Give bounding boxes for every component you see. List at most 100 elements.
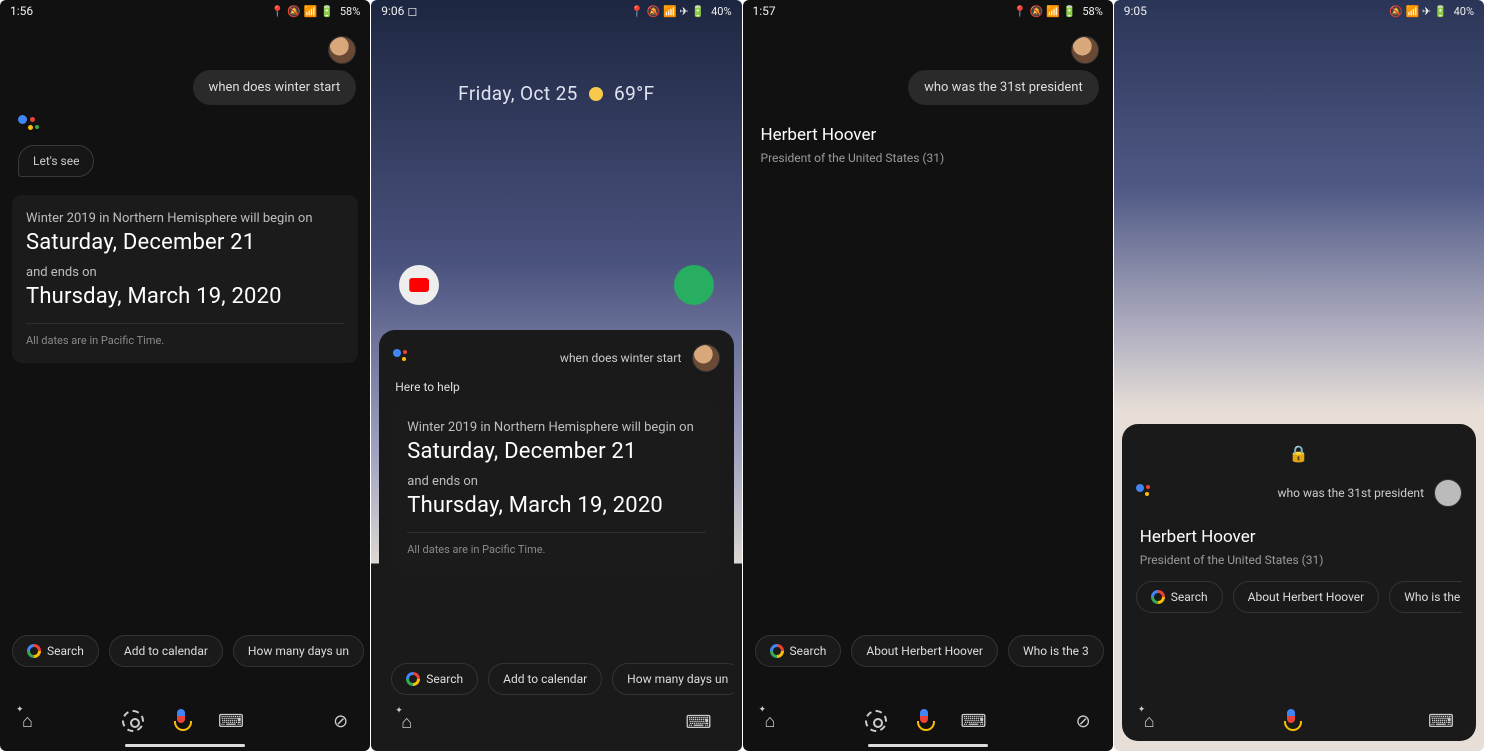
keyboard-icon[interactable]: ⌨ [218, 711, 244, 732]
suggestion-chips: Search About Herbert Hoover Who is the 3 [743, 635, 1113, 667]
user-query-text[interactable]: who was the 31st president [1278, 486, 1424, 500]
chip-search[interactable]: Search [391, 663, 478, 695]
suggestion-chips: Search About Herbert Hoover Who is the 3 [1136, 581, 1462, 613]
chip-about[interactable]: About Herbert Hoover [1233, 581, 1380, 613]
bottom-bar: ⌂ ⌨ [1122, 709, 1476, 733]
user-query-text[interactable]: when does winter start [560, 351, 682, 365]
battery-text: 58% [1082, 5, 1102, 18]
battery-text: 40% [711, 5, 731, 18]
bottom-bar: ⌂ ⌨ [379, 712, 733, 733]
answer-title: Herbert Hoover [1140, 527, 1458, 547]
keyboard-icon[interactable]: ⌨ [961, 711, 987, 732]
avatar[interactable] [1434, 479, 1462, 507]
status-bar: 9:05 🔕 📶 ✈ 🔋 40% [1114, 0, 1484, 22]
avatar[interactable] [1071, 36, 1099, 64]
mic-icon[interactable] [915, 709, 933, 733]
status-time: 1:57 [753, 4, 776, 18]
status-misc-icons: 📍 🔕 📶 ✈ 🔋 [630, 5, 705, 18]
answer-title: Herbert Hoover [761, 125, 1095, 145]
home-apps-row [371, 105, 741, 305]
lens-icon[interactable] [865, 710, 887, 732]
assistant-logo-icon [393, 349, 411, 367]
chip-more[interactable]: Who is the 3 [1008, 635, 1104, 667]
query-row [0, 22, 370, 64]
lens-icon[interactable] [122, 710, 144, 732]
inbox-icon[interactable]: ⌂ [401, 712, 412, 733]
home-indicator[interactable] [868, 744, 988, 747]
status-time: 1:56 [10, 4, 33, 18]
inbox-icon[interactable]: ⌂ [1144, 711, 1155, 732]
lock-icon: 🔒 [1136, 438, 1462, 469]
google-g-icon [770, 644, 784, 658]
status-time: 9:06 ◻ [381, 4, 417, 18]
inbox-icon[interactable]: ⌂ [22, 711, 33, 732]
phone-2: 9:06 ◻ 📍 🔕 📶 ✈ 🔋 40% Friday, Oct 25 69°F… [371, 0, 741, 751]
phone-3: 1:57 📍 🔕 📶 🔋 58% who was the 31st presid… [743, 0, 1113, 751]
google-g-icon [406, 672, 420, 686]
suggestion-chips: Search Add to calendar How many days un [0, 635, 370, 667]
chip-more[interactable]: How many days un [233, 635, 364, 667]
answer-line: Winter 2019 in Northern Hemisphere will … [407, 420, 705, 435]
explore-icon[interactable]: ⊘ [1076, 711, 1091, 732]
answer-footnote: All dates are in Pacific Time. [26, 323, 344, 347]
chip-add-calendar[interactable]: Add to calendar [488, 663, 602, 695]
home-date-widget[interactable]: Friday, Oct 25 69°F [371, 22, 741, 105]
feedly-app-icon[interactable] [665, 257, 722, 314]
status-icons: 🔕 📶 ✈ 🔋 40% [1389, 5, 1474, 18]
status-bar: 9:06 ◻ 📍 🔕 📶 ✈ 🔋 40% [371, 0, 741, 22]
answer-line: Winter 2019 in Northern Hemisphere will … [26, 211, 344, 226]
avatar[interactable] [692, 344, 720, 372]
bottom-bar: ⌂ ⌨ ⊘ [743, 709, 1113, 733]
answer-simple[interactable]: Herbert Hoover President of the United S… [1140, 527, 1458, 567]
answer-date: Saturday, December 21 [26, 230, 344, 255]
answer-date: Saturday, December 21 [407, 439, 705, 464]
explore-icon[interactable]: ⊘ [333, 711, 348, 732]
assistant-logo-icon [1136, 484, 1154, 502]
assistant-panel: when does winter start Here to help Wint… [379, 330, 733, 741]
mic-icon[interactable] [1282, 709, 1300, 733]
chip-search[interactable]: Search [755, 635, 842, 667]
google-g-icon [27, 644, 41, 658]
chip-add-calendar[interactable]: Add to calendar [109, 635, 223, 667]
chip-more[interactable]: How many days un [612, 663, 733, 695]
answer-simple[interactable]: Herbert Hoover President of the United S… [761, 125, 1095, 165]
assistant-panel: 🔒 who was the 31st president Herbert Hoo… [1122, 424, 1476, 741]
status-icons: 📍 🔕 📶 🔋 58% [1013, 5, 1102, 18]
chip-more[interactable]: Who is the 3 [1389, 581, 1462, 613]
answer-card[interactable]: Winter 2019 in Northern Hemisphere will … [12, 195, 358, 363]
battery-text: 58% [340, 5, 360, 18]
home-indicator[interactable] [125, 744, 245, 747]
answer-card[interactable]: Winter 2019 in Northern Hemisphere will … [393, 404, 719, 572]
assistant-chip-reply: Let's see [18, 145, 94, 177]
status-misc-icons: 🔕 📶 ✈ 🔋 [1389, 5, 1448, 18]
answer-line: and ends on [407, 474, 705, 489]
status-misc-icons: 📍 🔕 📶 🔋 [1013, 5, 1076, 18]
youtube-app-icon[interactable] [399, 265, 439, 305]
mic-icon[interactable] [172, 709, 190, 733]
user-query-bubble[interactable]: when does winter start [193, 70, 357, 105]
answer-line: and ends on [26, 265, 344, 280]
status-misc-icons: 📍 🔕 📶 🔋 [271, 5, 334, 18]
status-icons: 📍 🔕 📶 🔋 58% [271, 5, 360, 18]
chip-about[interactable]: About Herbert Hoover [851, 635, 998, 667]
assistant-logo-icon [18, 115, 38, 135]
answer-date: Thursday, March 19, 2020 [26, 284, 344, 309]
inbox-icon[interactable]: ⌂ [765, 711, 776, 732]
sun-icon [589, 87, 603, 101]
status-time: 9:05 [1124, 4, 1147, 18]
keyboard-icon[interactable]: ⌨ [686, 712, 712, 733]
status-bar: 1:56 📍 🔕 📶 🔋 58% [0, 0, 370, 22]
status-bar: 1:57 📍 🔕 📶 🔋 58% [743, 0, 1113, 22]
bottom-bar: ⌂ ⌨ ⊘ [0, 709, 370, 733]
here-to-help-label: Here to help [395, 380, 719, 394]
chip-search[interactable]: Search [12, 635, 99, 667]
answer-date: Thursday, March 19, 2020 [407, 493, 705, 518]
answer-subtitle: President of the United States (31) [1140, 553, 1458, 567]
status-icons: 📍 🔕 📶 ✈ 🔋 40% [630, 5, 731, 18]
google-g-icon [1151, 590, 1165, 604]
keyboard-icon[interactable]: ⌨ [1428, 711, 1454, 732]
user-query-bubble[interactable]: who was the 31st president [908, 70, 1099, 105]
chip-search[interactable]: Search [1136, 581, 1223, 613]
avatar[interactable] [328, 36, 356, 64]
phone-4: 9:05 🔕 📶 ✈ 🔋 40% 🔒 who was the 31st pres… [1114, 0, 1484, 751]
